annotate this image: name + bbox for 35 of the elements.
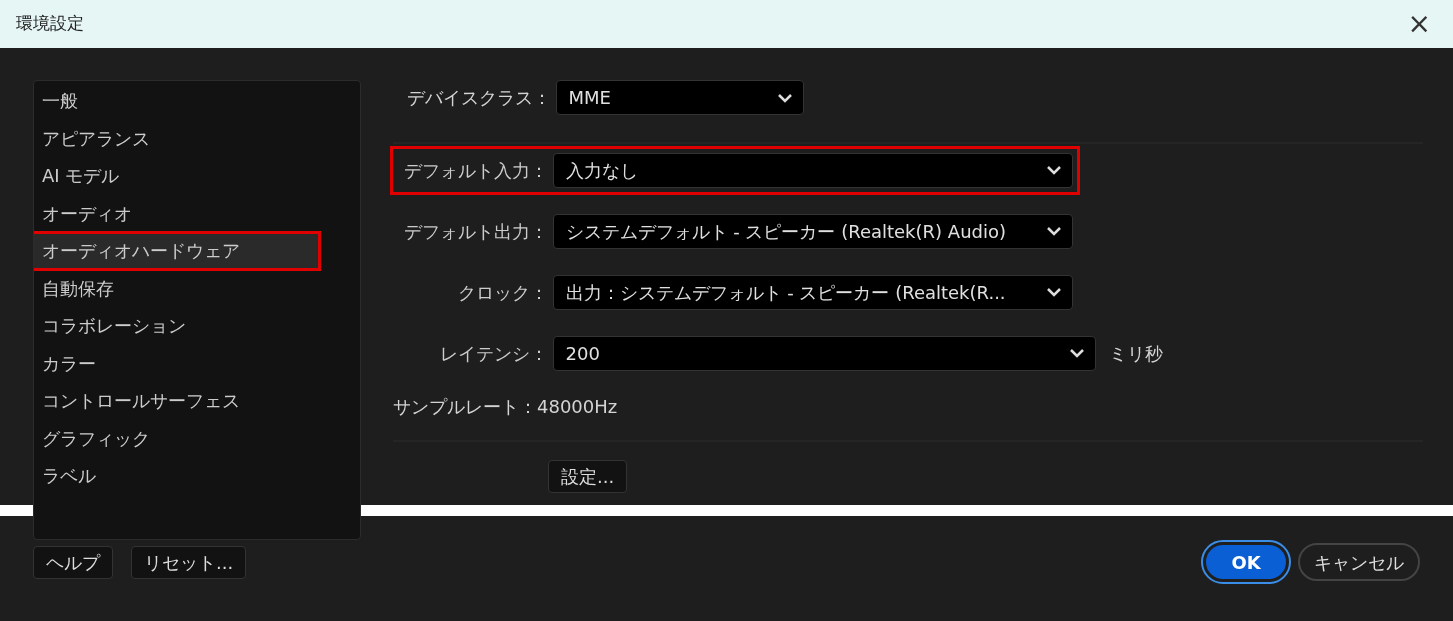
chevron-down-icon xyxy=(1068,348,1085,358)
unit-label: ミリ秒 xyxy=(1109,341,1163,366)
sidebar-item[interactable]: グラフィック xyxy=(34,419,360,457)
chevron-down-icon xyxy=(1046,226,1062,236)
ok-button[interactable]: OK xyxy=(1203,542,1289,582)
sidebar-item[interactable]: オーディオ xyxy=(34,194,360,232)
settings-button[interactable]: 設定... xyxy=(548,459,628,493)
sidebar-item[interactable]: コントロールサーフェス xyxy=(34,382,360,420)
dropdown[interactable]: MME xyxy=(555,80,804,115)
window-title: 環境設定 xyxy=(16,12,84,36)
chevron-down-icon xyxy=(1046,165,1062,175)
footer-button[interactable]: ヘルプ xyxy=(33,545,113,579)
field-label: レイテンシ： xyxy=(439,341,548,366)
chevron-down-icon xyxy=(776,92,793,103)
field-label: クロック： xyxy=(457,280,548,305)
footer-button[interactable]: リセット... xyxy=(131,545,247,579)
dropdown[interactable]: 200 xyxy=(552,335,1096,371)
field-label: デバイスクラス： xyxy=(407,86,551,110)
sidebar-item[interactable]: 一般 xyxy=(34,82,360,120)
sidebar-item[interactable]: ラベル xyxy=(34,457,360,495)
dropdown[interactable]: システムデフォルト - スピーカー (Realtek(R) Audio) xyxy=(552,213,1073,249)
field-label: デフォルト出力： xyxy=(403,219,548,244)
close-button[interactable]: × xyxy=(1401,9,1437,39)
field-label: デフォルト入力： xyxy=(403,158,548,183)
sidebar-item[interactable]: オーディオハードウェア xyxy=(34,232,320,270)
sidebar-item[interactable]: コラボレーション xyxy=(34,307,360,345)
chevron-down-icon xyxy=(1046,287,1062,297)
sidebar-item[interactable]: 自動保存 xyxy=(34,269,360,307)
sidebar-item[interactable]: アピアランス xyxy=(34,119,360,157)
dropdown[interactable]: 入力なし xyxy=(552,152,1073,188)
cancel-button[interactable]: キャンセル xyxy=(1298,543,1420,581)
sample-rate-text: サンプルレート：48000Hz xyxy=(393,394,619,419)
sidebar-item[interactable]: AI モデル xyxy=(34,157,360,195)
sidebar-item[interactable]: カラー xyxy=(34,344,360,382)
dropdown[interactable]: 出力：システムデフォルト - スピーカー (Realtek(R... xyxy=(552,274,1073,310)
